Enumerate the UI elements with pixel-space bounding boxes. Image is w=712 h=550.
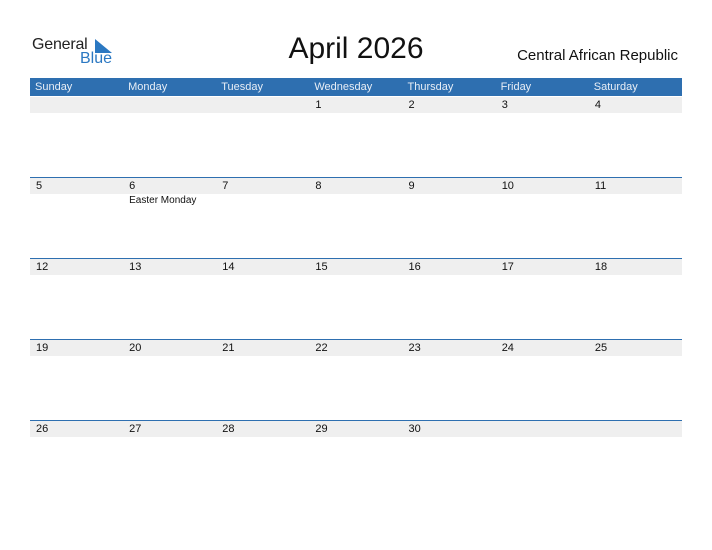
day-number: 18 <box>594 261 608 273</box>
day-cell: 13 <box>123 259 216 340</box>
day-cell: 9 <box>403 178 496 259</box>
day-number: 24 <box>501 342 514 354</box>
week-row: 26 27 28 29 30 <box>30 420 682 502</box>
day-number: 21 <box>222 342 235 354</box>
day-number: 23 <box>408 342 421 354</box>
day-cell: 19 <box>30 340 123 421</box>
day-number: 7 <box>222 180 229 192</box>
day-cell: 20 <box>123 340 216 421</box>
day-number: 12 <box>36 261 49 273</box>
day-number: 14 <box>222 261 235 273</box>
day-cell: 25 <box>589 340 682 421</box>
day-cell: 30 <box>403 421 496 502</box>
day-cell: 1 <box>309 97 402 178</box>
day-cell: 11 <box>589 178 682 259</box>
day-cell: 3 <box>496 97 589 178</box>
day-number: 5 <box>36 180 43 192</box>
day-cell: 18 <box>589 259 682 340</box>
day-number: 15 <box>315 261 328 273</box>
day-cell: 6 Easter Monday <box>123 178 216 259</box>
day-number: 4 <box>594 99 601 111</box>
day-number: 26 <box>36 423 49 435</box>
day-number: 25 <box>594 342 608 354</box>
day-cell: 27 <box>123 421 216 502</box>
day-cell: 5 <box>30 178 123 259</box>
day-number: 3 <box>501 99 508 111</box>
day-number: 19 <box>36 342 49 354</box>
weekday-sunday: Sunday <box>35 81 73 93</box>
day-cell <box>123 97 216 178</box>
day-cell: 12 <box>30 259 123 340</box>
day-number: 20 <box>129 342 142 354</box>
weekday-saturday: Saturday <box>593 81 638 93</box>
day-cell: 14 <box>216 259 309 340</box>
day-cell: 16 <box>403 259 496 340</box>
day-cell: 2 <box>403 97 496 178</box>
day-cell <box>216 97 309 178</box>
day-number: 9 <box>408 180 415 192</box>
day-cell: 24 <box>496 340 589 421</box>
week-row: 19 20 21 22 23 24 25 <box>30 339 682 421</box>
day-number: 30 <box>408 423 421 435</box>
day-cell: 8 <box>309 178 402 259</box>
day-number: 17 <box>501 261 514 273</box>
day-cell: 28 <box>216 421 309 502</box>
day-number: 16 <box>408 261 421 273</box>
day-number: 1 <box>315 99 322 111</box>
day-cell: 4 <box>589 97 682 178</box>
weekday-header: Sunday Monday Tuesday Wednesday Thursday… <box>30 78 682 96</box>
weekday-friday: Friday <box>500 81 532 93</box>
day-number: 8 <box>315 180 322 192</box>
week-row: 5 6 Easter Monday 7 8 9 10 11 <box>30 177 682 259</box>
day-cell: 29 <box>309 421 402 502</box>
weekday-monday: Monday <box>128 81 168 93</box>
day-cell: 15 <box>309 259 402 340</box>
day-cell <box>496 421 589 502</box>
day-number: 27 <box>129 423 142 435</box>
weekday-wednesday: Wednesday <box>314 81 373 93</box>
day-number: 22 <box>315 342 328 354</box>
day-number: 13 <box>129 261 142 273</box>
day-number: 6 <box>129 180 136 192</box>
day-number: 29 <box>315 423 328 435</box>
week-row: 1 2 3 4 <box>30 97 682 178</box>
day-number: 10 <box>501 180 514 192</box>
day-cell: 17 <box>496 259 589 340</box>
day-cell: 7 <box>216 178 309 259</box>
holiday-label: Easter Monday <box>129 195 197 206</box>
day-number: 11 <box>594 180 607 192</box>
day-cell: 22 <box>309 340 402 421</box>
day-cell: 10 <box>496 178 589 259</box>
country-name: Central African Republic <box>517 47 678 64</box>
day-cell: 23 <box>403 340 496 421</box>
day-cell: 26 <box>30 421 123 502</box>
weekday-thursday: Thursday <box>407 81 454 93</box>
day-cell <box>30 97 123 178</box>
day-cell <box>589 421 682 502</box>
day-number: 2 <box>408 99 415 111</box>
day-number: 28 <box>222 423 235 435</box>
week-row: 12 13 14 15 16 17 18 <box>30 258 682 340</box>
day-cell: 21 <box>216 340 309 421</box>
weekday-tuesday: Tuesday <box>221 81 264 93</box>
